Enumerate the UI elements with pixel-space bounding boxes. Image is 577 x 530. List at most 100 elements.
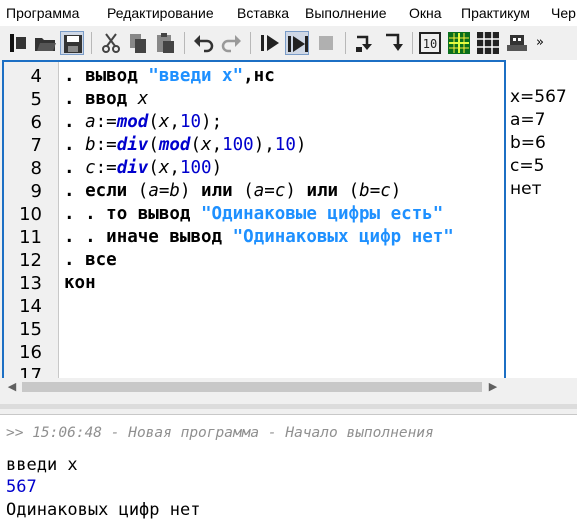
step-icon[interactable] [285, 31, 309, 55]
keyword: все [85, 250, 117, 270]
menu-windows[interactable]: Окна [409, 5, 442, 21]
toolbar: 10 » [0, 26, 577, 60]
line-number: 9 [30, 181, 42, 202]
operator: := [95, 112, 117, 132]
undo-icon[interactable] [192, 31, 216, 55]
variable: b [359, 181, 370, 201]
keyword: или [306, 181, 349, 201]
punctuation: ) [285, 181, 307, 201]
punctuation: ( [148, 112, 159, 132]
scroll-right-icon[interactable]: ▶ [486, 380, 500, 394]
redo-icon[interactable] [219, 31, 243, 55]
string-literal: "Одинаковых цифр нет" [232, 227, 454, 247]
variable: b [169, 181, 180, 201]
punctuation: ( [190, 135, 202, 155]
code-line[interactable]: . b:=div(mod(x,100),10) [64, 135, 306, 155]
punctuation: ) [295, 135, 307, 155]
line-number: 15 [19, 319, 42, 340]
grid-icon[interactable] [447, 31, 471, 55]
menu-program[interactable]: Программа [6, 5, 79, 21]
menu-practicum[interactable]: Практикум [461, 5, 530, 21]
keyword: ввод [85, 89, 138, 109]
operator: = [158, 181, 170, 201]
operator: := [95, 158, 117, 178]
counter-icon[interactable]: 10 [418, 31, 442, 55]
line-number: 16 [19, 342, 42, 363]
table-icon[interactable] [476, 31, 500, 55]
line-number: 10 [19, 204, 42, 225]
save-icon[interactable] [60, 31, 84, 55]
function-name: div [116, 158, 149, 178]
variable: a [253, 181, 265, 201]
line-number: 14 [19, 296, 42, 317]
copy-icon[interactable] [126, 31, 150, 55]
line-number: 11 [19, 227, 42, 248]
operator: = [264, 181, 275, 201]
variable: a [148, 181, 159, 201]
step-into-icon[interactable] [382, 31, 406, 55]
app-icon[interactable] [6, 31, 30, 55]
indent-dot: . . [64, 204, 107, 224]
code-line[interactable]: . a:=mod(x,10); [64, 112, 222, 132]
code-line[interactable]: . все [64, 250, 117, 270]
punctuation: ( [243, 181, 254, 201]
paste-icon[interactable] [153, 31, 177, 55]
punctuation: ) [211, 158, 223, 178]
run-icon[interactable] [258, 31, 282, 55]
line-number: 6 [30, 112, 42, 133]
line-number: 8 [30, 158, 42, 179]
step-over-icon[interactable] [353, 31, 377, 55]
code-line[interactable]: . если (a=b) или (a=c) или (b=c) [64, 181, 401, 201]
stop-icon[interactable] [314, 31, 338, 55]
menu-bar: Программа Редактирование Вставка Выполне… [0, 0, 577, 26]
code-line[interactable]: . . иначе вывод "Одинаковых цифр нет" [64, 227, 454, 247]
variable: x [137, 89, 149, 109]
menu-insert[interactable]: Вставка [237, 5, 289, 21]
line-number: 7 [30, 135, 42, 156]
number-literal: 10 [274, 135, 296, 155]
operator: = [369, 181, 381, 201]
menu-drawer[interactable]: Чер [551, 5, 576, 21]
scroll-left-icon[interactable]: ◀ [5, 380, 19, 394]
code-line[interactable]: кон [64, 273, 96, 293]
punctuation: , [169, 158, 180, 178]
cut-icon[interactable] [99, 31, 123, 55]
code-line[interactable]: . ввод x [64, 89, 148, 109]
number-literal: 100 [179, 158, 212, 178]
pane-splitter[interactable] [0, 404, 577, 409]
variable: b [85, 135, 96, 155]
keyword: то вывод [106, 204, 201, 224]
code-line[interactable]: . c:=div(x,100) [64, 158, 222, 178]
indent-dot: . [64, 250, 86, 270]
number-literal: 10 [179, 112, 202, 132]
line-number-gutter: 4 5 6 7 8 9 10 11 12 13 14 15 16 17 [4, 62, 59, 378]
code-editor[interactable]: 4 5 6 7 8 9 10 11 12 13 14 15 16 17 . вы… [2, 60, 506, 380]
operator: := [95, 135, 117, 155]
menu-edit[interactable]: Редактирование [107, 5, 214, 21]
variable: x [201, 135, 212, 155]
line-number: 4 [30, 66, 42, 87]
code-line[interactable]: . вывод "введи x",нс [64, 66, 275, 86]
punctuation: ) [179, 181, 202, 201]
variable: c [380, 181, 391, 201]
svg-text:10: 10 [423, 37, 437, 51]
robot-icon[interactable] [505, 31, 529, 55]
open-icon[interactable] [33, 31, 57, 55]
horizontal-scrollbar[interactable]: ◀ ▶ [2, 378, 577, 396]
line-number: 12 [19, 250, 42, 271]
keyword: кон [64, 273, 96, 293]
scrollbar-thumb[interactable] [22, 382, 482, 392]
code-line[interactable]: . . то вывод "Одинаковые цифры есть" [64, 204, 443, 224]
menu-run[interactable]: Выполнение [305, 5, 386, 21]
toolbar-more-icon[interactable]: » [536, 35, 544, 50]
punctuation: ( [148, 158, 159, 178]
variable: a [85, 112, 96, 132]
keyword: иначе вывод [106, 227, 233, 247]
variable-values-pane: x=567 a=7 b=6 c=5 нет [506, 60, 577, 378]
variable-value: c=5 [510, 156, 545, 176]
line-number: 5 [30, 89, 42, 110]
output-line: Одинаковых цифр нет [6, 500, 201, 520]
punctuation: ( [148, 135, 159, 155]
run-status-line: >> 15:06:48 - Новая программа - Начало в… [6, 425, 434, 441]
punctuation: ); [201, 112, 223, 132]
